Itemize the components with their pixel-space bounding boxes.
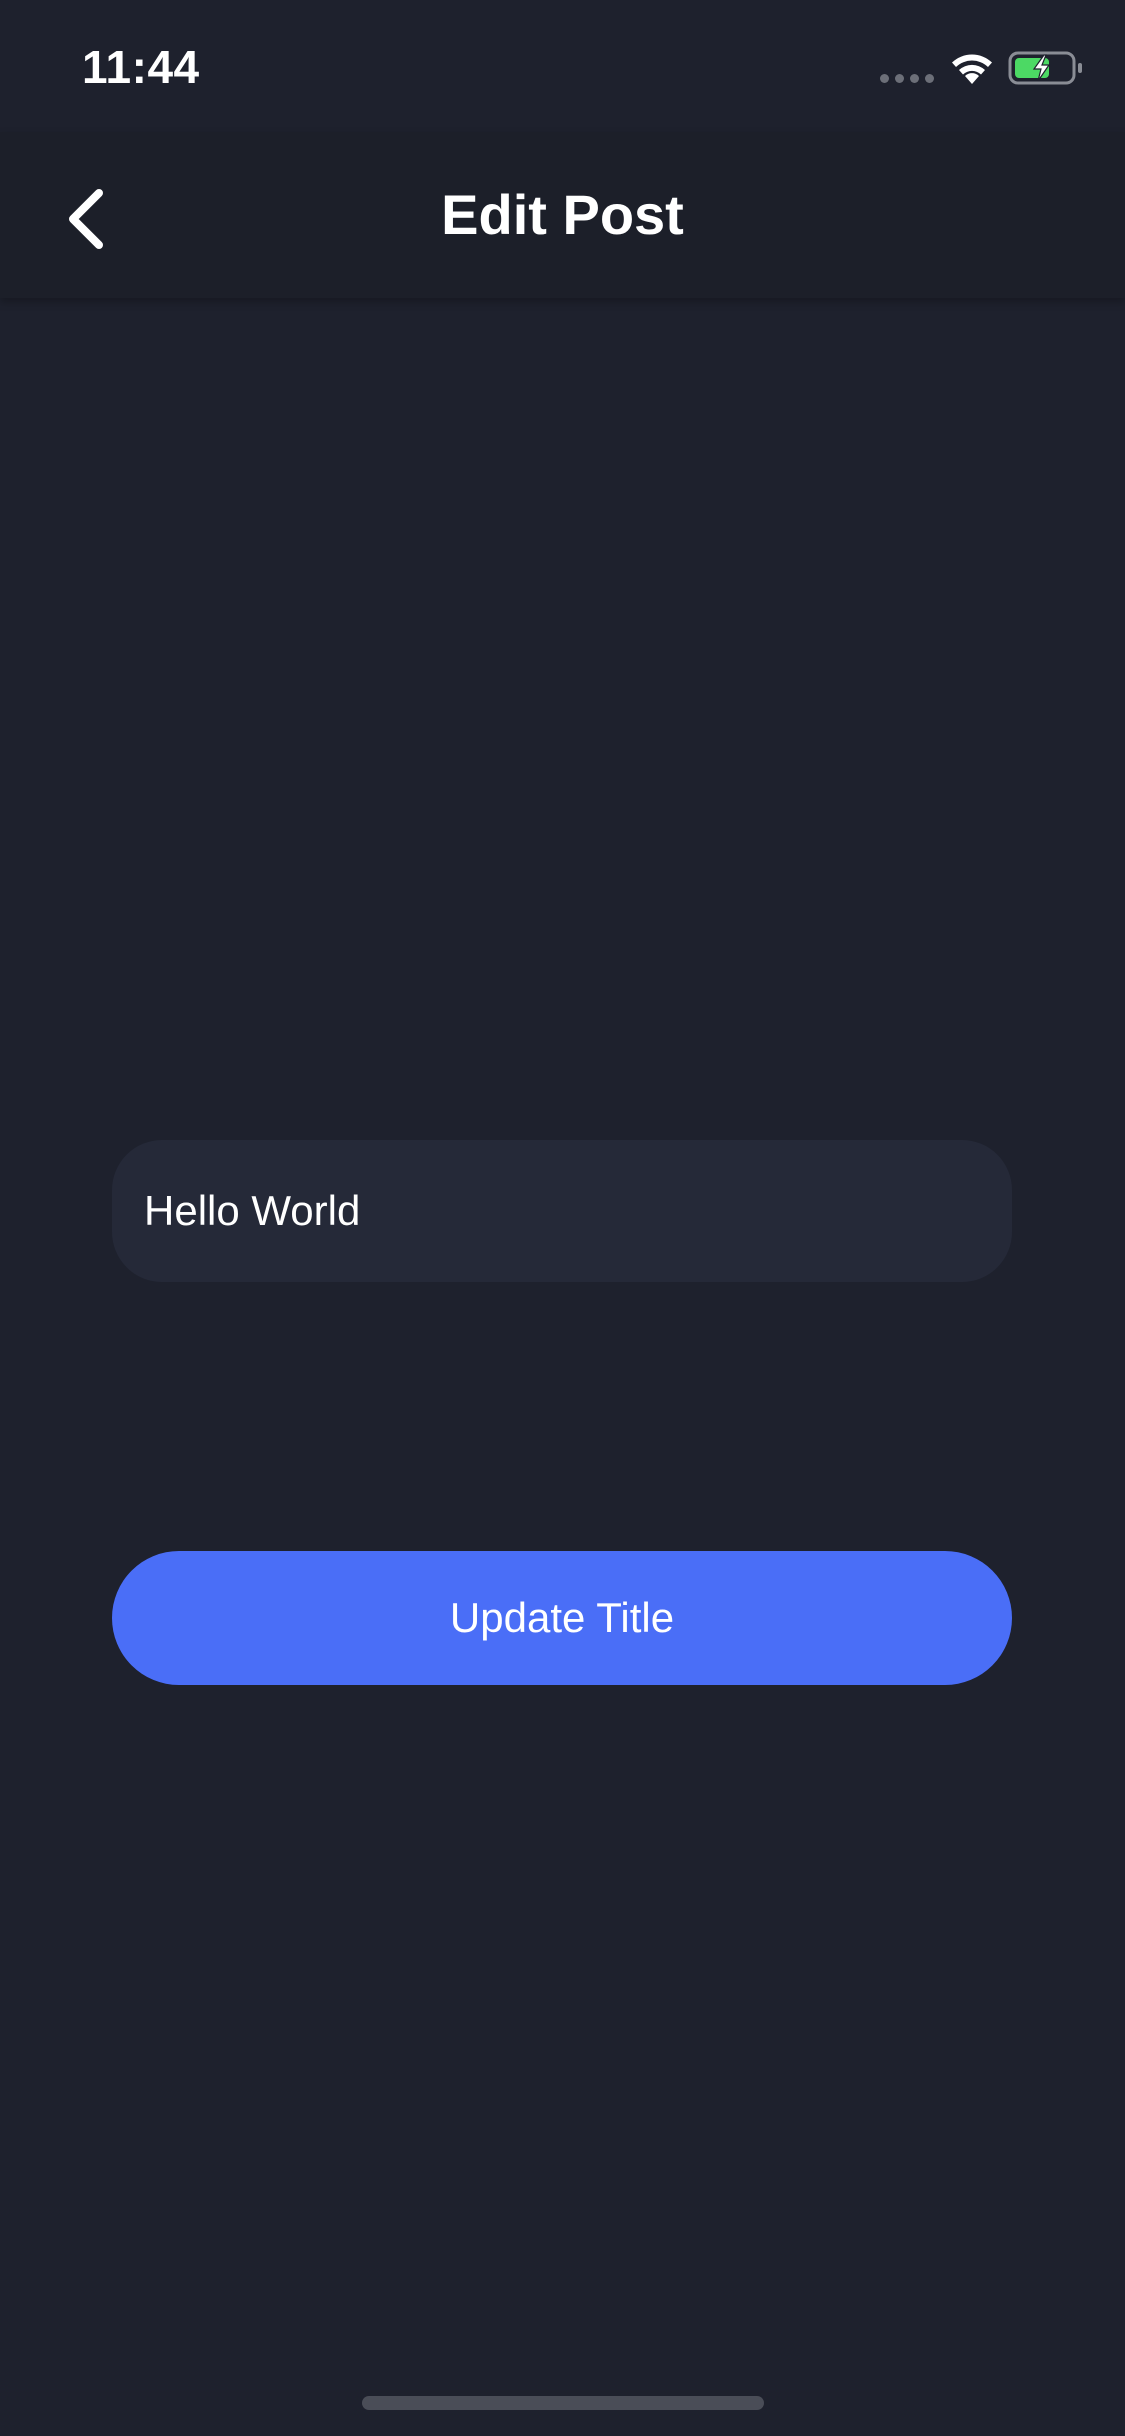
navigation-bar: Edit Post: [0, 132, 1125, 298]
update-title-button[interactable]: Update Title: [112, 1551, 1012, 1685]
wifi-icon: [952, 54, 992, 84]
signal-dots-icon: [880, 74, 934, 83]
home-indicator: [362, 2396, 764, 2410]
post-title-input[interactable]: [112, 1140, 1012, 1282]
status-time: 11:44: [82, 41, 200, 93]
screen: 11:44 Edit Post Update Title: [0, 0, 1125, 2436]
status-bar: 11:44: [0, 0, 1125, 132]
battery-charging-icon: [1008, 51, 1082, 85]
page-title: Edit Post: [441, 183, 684, 246]
